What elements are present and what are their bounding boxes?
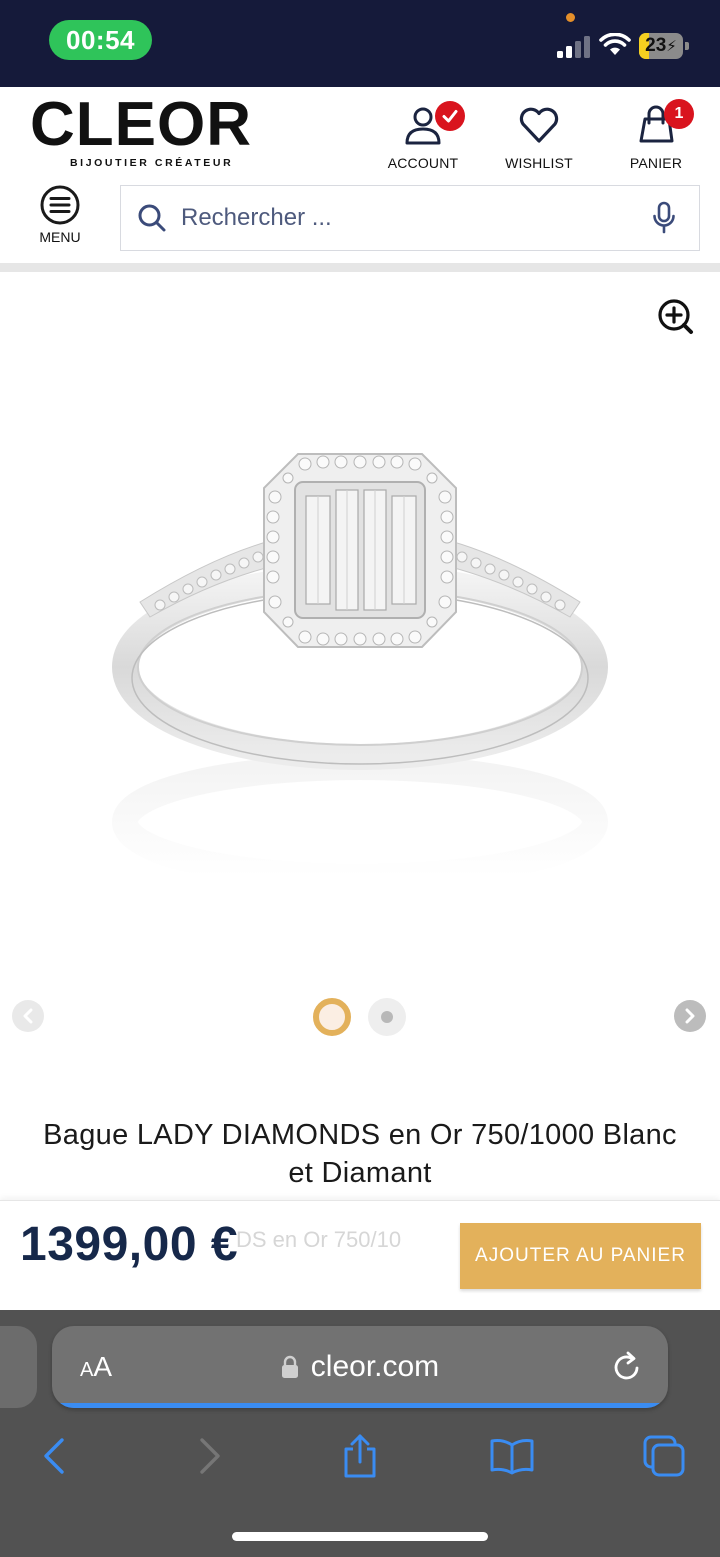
status-time[interactable]: 00:54 [49,20,152,60]
home-indicator [232,1532,488,1541]
back-button[interactable] [30,1432,78,1480]
site-header: CLEOR BIJOUTIER CRÉATEUR ACCOUNT WISHLIS… [0,87,720,265]
address-bar[interactable]: AA cleor.com [52,1326,668,1408]
product-gallery [0,272,720,1052]
tabs-button[interactable] [640,1432,688,1480]
microphone-icon[interactable] [651,201,677,235]
hamburger-menu-icon [40,185,80,225]
cart-label: PANIER [629,155,683,171]
bookmarks-button[interactable] [488,1432,536,1480]
add-to-cart-button[interactable]: AJOUTER AU PANIER [460,1223,701,1289]
gallery-dot-active[interactable] [313,998,351,1036]
search-bar [120,185,700,251]
checkmark-icon [442,110,458,123]
gallery-dot[interactable] [368,998,406,1036]
status-bar: 00:54 23 ⚡ [0,0,720,87]
previous-tab-peek[interactable] [0,1326,37,1408]
wishlist-button[interactable]: WISHLIST [491,103,587,175]
menu-label: MENU [39,229,81,245]
cart-button[interactable]: 1 PANIER [608,99,704,175]
header-divider [0,263,720,272]
search-icon[interactable] [137,203,167,233]
back-arrow-icon [44,1438,64,1474]
open-book-icon [490,1439,534,1475]
diamond-halo-ring-image[interactable] [110,442,610,892]
logo-tagline: BIJOUTIER CRÉATEUR [70,157,234,169]
zoom-in-icon[interactable] [655,296,695,336]
heart-icon [519,107,559,143]
forward-button[interactable] [186,1432,234,1480]
account-button[interactable]: ACCOUNT [375,101,471,175]
cart-count-badge: 1 [664,99,694,129]
battery-indicator: 23 ⚡ [639,33,689,59]
chevron-left-icon [23,1008,33,1024]
wifi-icon [599,33,631,55]
cellular-signal-icon [557,36,590,58]
reload-icon[interactable] [610,1350,644,1384]
account-verified-badge [435,101,465,131]
logo-wordmark: CLEOR [30,90,252,159]
tabs-icon [643,1435,685,1477]
page-load-progress [52,1403,668,1408]
sticky-product-title: DS en Or 750/10 [236,1227,402,1252]
cleor-logo[interactable]: CLEOR BIJOUTIER CRÉATEUR [30,90,254,170]
browser-chrome: AA cleor.com [0,1310,720,1557]
gallery-next-button[interactable] [674,1000,706,1032]
wishlist-label: WISHLIST [505,155,573,171]
battery-percent: 23 [645,35,667,56]
forward-arrow-icon [200,1438,220,1474]
account-label: ACCOUNT [387,155,459,171]
sticky-buy-bar: DS en Or 750/10 1399,00 € AJOUTER AU PAN… [0,1200,720,1310]
product-title: Bague LADY DIAMONDS en Or 750/1000 Blanc… [43,1119,677,1189]
privacy-indicator-dot [566,13,575,22]
menu-button[interactable]: MENU [30,185,90,255]
chevron-right-icon [685,1008,695,1024]
search-input[interactable] [181,186,641,249]
url-domain: cleor.com [310,1350,440,1383]
gallery-prev-button[interactable] [12,1000,44,1032]
share-icon [344,1434,376,1478]
product-price: 1399,00 € [20,1218,239,1271]
share-button[interactable] [336,1432,384,1480]
lock-icon [281,1355,298,1378]
